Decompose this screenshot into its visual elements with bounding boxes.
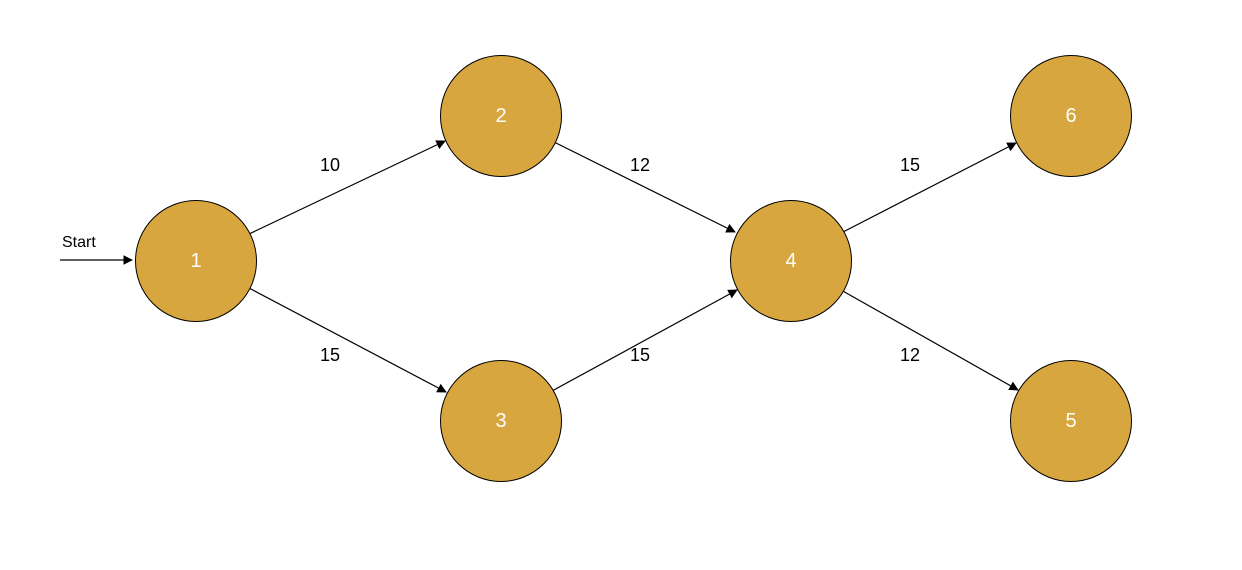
node-5: 5: [1010, 360, 1132, 482]
edge-4-6: [843, 143, 1016, 232]
node-3: 3: [440, 360, 562, 482]
edge-label-2-4: 12: [630, 155, 650, 176]
edge-label-4-5: 12: [900, 345, 920, 366]
node-3-label: 3: [495, 410, 506, 433]
node-6: 6: [1010, 55, 1132, 177]
node-5-label: 5: [1065, 410, 1076, 433]
edge-3-4: [552, 290, 737, 391]
node-4: 4: [730, 200, 852, 322]
edge-label-4-6: 15: [900, 155, 920, 176]
start-label: Start: [62, 234, 96, 252]
node-6-label: 6: [1065, 105, 1076, 128]
node-4-label: 4: [785, 250, 796, 273]
edge-label-1-3: 15: [320, 345, 340, 366]
edge-1-3: [247, 287, 446, 392]
node-1-label: 1: [190, 250, 201, 273]
edge-4-5: [841, 290, 1018, 390]
edge-1-2: [249, 141, 445, 234]
edge-label-1-2: 10: [320, 155, 340, 176]
node-2: 2: [440, 55, 562, 177]
node-1: 1: [135, 200, 257, 322]
edge-label-3-4: 15: [630, 345, 650, 366]
node-2-label: 2: [495, 105, 506, 128]
